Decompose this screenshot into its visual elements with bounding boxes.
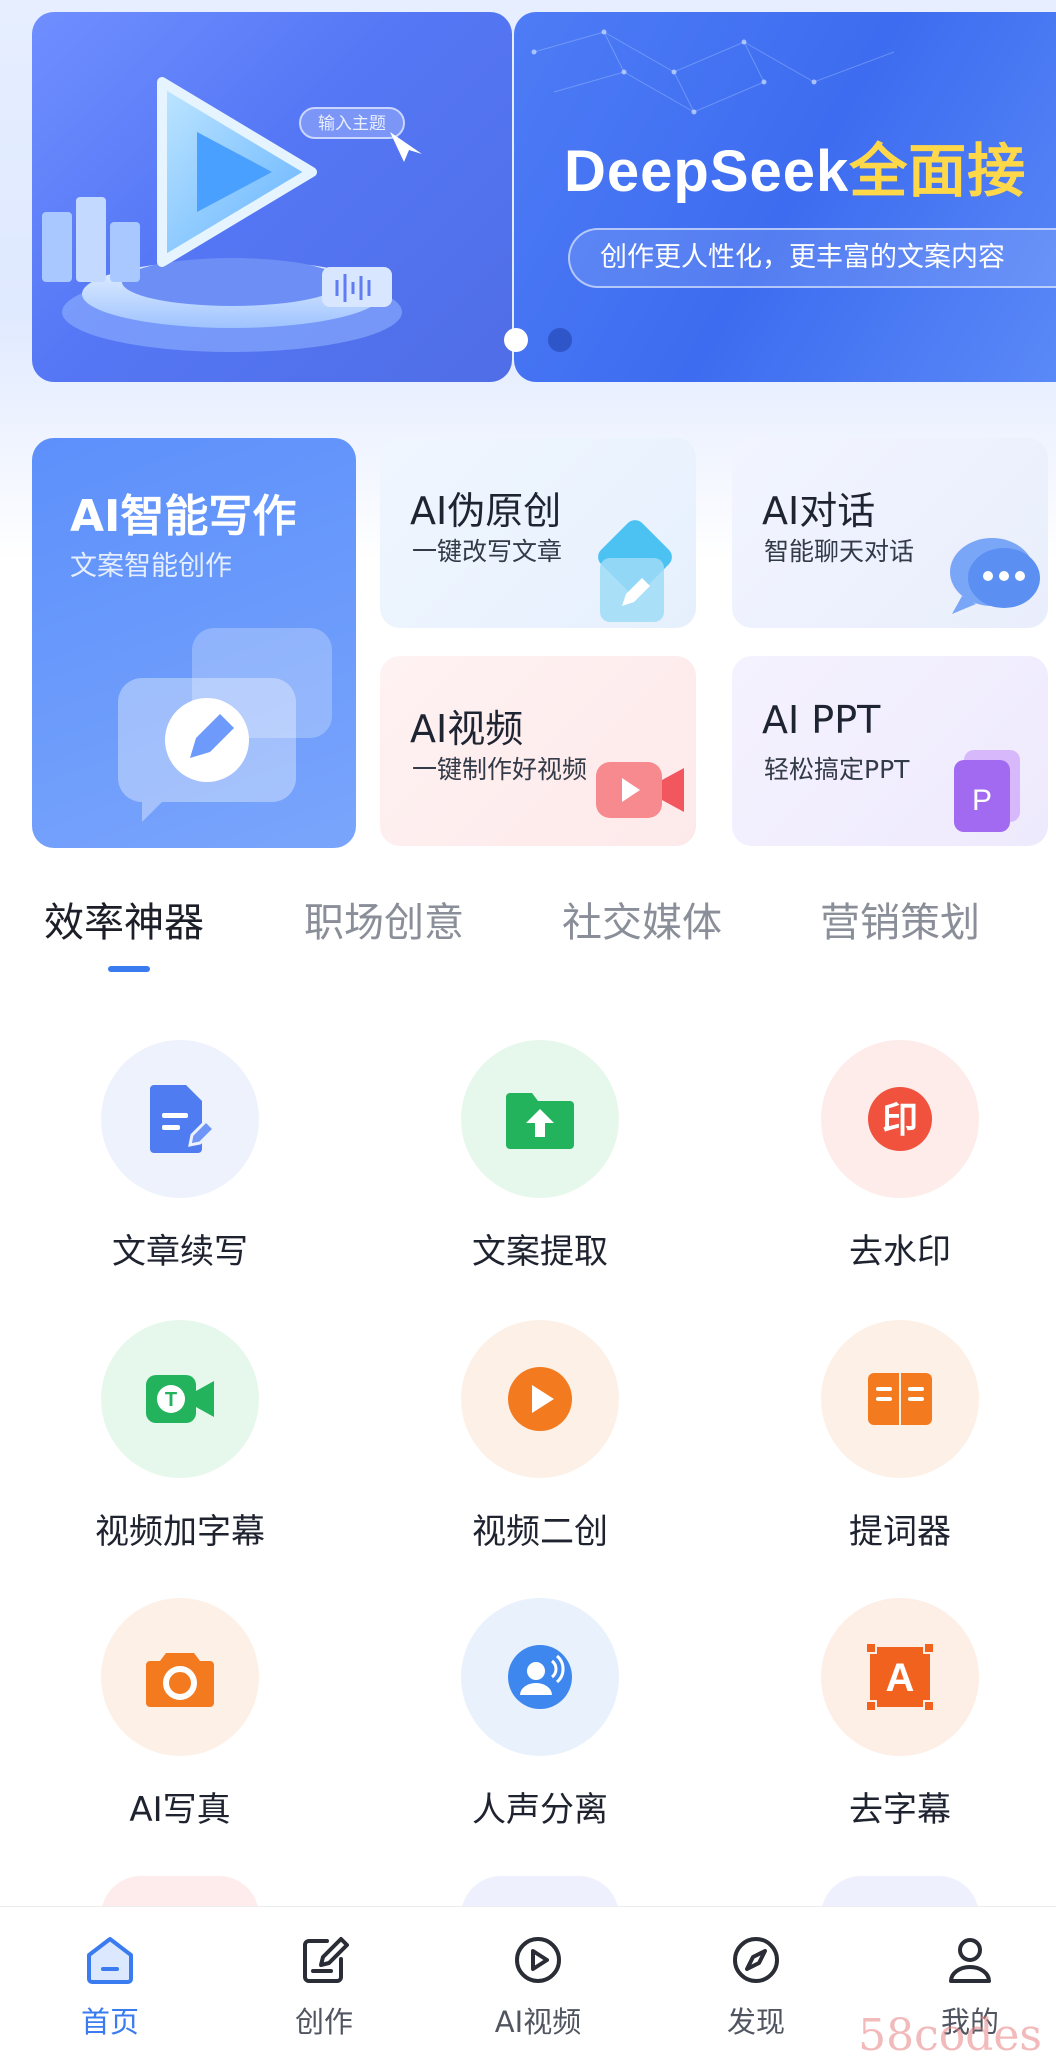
nav-label: 发现 bbox=[726, 2005, 785, 2039]
chat-pen-icon bbox=[118, 628, 332, 822]
feature-card-subtitle: 文案智能创作 bbox=[70, 551, 232, 582]
tool-icon-circle bbox=[821, 1320, 979, 1478]
tool-teleprompter[interactable]: 提词器 bbox=[770, 1320, 1030, 1580]
banner-subtitle: 创作更人性化，更丰富的文案内容 bbox=[568, 228, 1056, 288]
tool-icon-circle bbox=[461, 1320, 619, 1478]
banner-slide-deepseek[interactable]: DeepSeek全面接 创作更人性化，更丰富的文案内容 bbox=[514, 12, 1056, 382]
compass-icon bbox=[733, 1937, 779, 1983]
nav-create[interactable]: 创作 bbox=[254, 1933, 394, 2053]
feature-card-ai-ppt[interactable]: AI PPT 轻松搞定PPT P bbox=[732, 656, 1048, 846]
tool-label: 去字幕 bbox=[849, 1790, 951, 1830]
feature-card-ai-video[interactable]: AI视频 一键制作好视频 bbox=[380, 656, 696, 846]
tab-social-media[interactable]: 社交媒体 bbox=[562, 890, 722, 948]
tab-efficiency[interactable]: 效率神器 bbox=[44, 890, 204, 948]
nav-ai-video[interactable]: AI视频 bbox=[468, 1933, 608, 2053]
chat-bubble-icon bbox=[950, 538, 1040, 614]
banner-title: DeepSeek全面接 bbox=[564, 124, 1026, 208]
tool-label: 文案提取 bbox=[472, 1232, 608, 1272]
compose-icon bbox=[303, 1937, 349, 1983]
stamp-icon: 印 bbox=[868, 1087, 932, 1151]
banner-carousel[interactable]: 输入主题 DeepSeek全面接 创作更人性化，更丰富的文案内容 bbox=[0, 0, 1056, 400]
tool-copy-extract[interactable]: 文案提取 bbox=[410, 1040, 670, 1300]
feature-card-subtitle: 轻松搞定PPT bbox=[764, 755, 910, 784]
carousel-dot-active[interactable] bbox=[504, 328, 528, 352]
nav-label: AI视频 bbox=[494, 2005, 582, 2039]
banner-slide-previous[interactable]: 输入主题 bbox=[32, 12, 512, 382]
input-chip-text: 输入主题 bbox=[318, 114, 386, 134]
feature-card-title: AI智能写作 bbox=[70, 491, 297, 542]
pen-edit-icon bbox=[598, 520, 672, 622]
feature-card-title: AI伪原创 bbox=[410, 489, 562, 533]
tab-workplace[interactable]: 职场创意 bbox=[304, 890, 464, 948]
home-icon bbox=[87, 1937, 133, 1984]
tool-article-continue[interactable]: 文章续写 bbox=[50, 1040, 310, 1300]
tool-label: AI写真 bbox=[129, 1790, 231, 1830]
feature-card-title: AI PPT bbox=[762, 698, 881, 742]
feature-card-title: AI对话 bbox=[762, 489, 876, 533]
tool-label: 人声分离 bbox=[472, 1790, 608, 1830]
play-3d-illustration-icon: 输入主题 bbox=[42, 77, 422, 352]
voice-person-icon bbox=[508, 1645, 572, 1709]
user-icon bbox=[949, 1938, 991, 1983]
ppt-file-icon: P bbox=[954, 750, 1020, 832]
tool-video-remix[interactable]: 视频二创 bbox=[410, 1320, 670, 1580]
feature-card-subtitle: 一键改写文章 bbox=[412, 537, 563, 566]
nav-label: 首页 bbox=[80, 2005, 139, 2039]
tab-marketing[interactable]: 营销策划 bbox=[820, 890, 980, 948]
tool-icon-circle bbox=[461, 1040, 619, 1198]
tool-label: 去水印 bbox=[849, 1232, 951, 1272]
svg-text:A: A bbox=[886, 1656, 915, 1700]
tool-icon-circle bbox=[101, 1040, 259, 1198]
tool-label: 视频二创 bbox=[472, 1512, 608, 1552]
tool-icon-circle: 印 bbox=[821, 1040, 979, 1198]
feature-card-ai-writing[interactable]: AI智能写作 文案智能创作 bbox=[32, 438, 356, 848]
tool-remove-subtitles[interactable]: A 去字幕 bbox=[770, 1598, 1030, 1858]
tool-icon-circle: T bbox=[101, 1320, 259, 1478]
nav-label: 创作 bbox=[294, 2005, 353, 2039]
feature-card-title: AI视频 bbox=[410, 707, 524, 751]
banner-title-main: DeepSeek bbox=[564, 139, 850, 204]
play-circle-icon bbox=[515, 1937, 561, 1983]
carousel-indicator bbox=[504, 328, 572, 352]
tool-voice-separation[interactable]: 人声分离 bbox=[410, 1598, 670, 1858]
book-open-icon bbox=[868, 1373, 932, 1425]
svg-text:P: P bbox=[972, 784, 992, 817]
play-circle-icon bbox=[508, 1367, 572, 1431]
tool-label: 提词器 bbox=[849, 1512, 951, 1552]
tool-remove-watermark[interactable]: 印 去水印 bbox=[770, 1040, 1030, 1300]
nav-home[interactable]: 首页 bbox=[40, 1933, 180, 2053]
carousel-dot[interactable] bbox=[548, 328, 572, 352]
tool-label: 文章续写 bbox=[112, 1232, 248, 1272]
tool-video-subtitles[interactable]: T 视频加字幕 bbox=[50, 1320, 310, 1580]
folder-upload-icon bbox=[506, 1093, 574, 1149]
feature-card-subtitle: 智能聊天对话 bbox=[764, 537, 915, 566]
camera-icon bbox=[146, 1653, 214, 1707]
svg-text:印: 印 bbox=[882, 1100, 918, 1141]
tool-label: 视频加字幕 bbox=[95, 1512, 265, 1552]
tool-icon-circle bbox=[461, 1598, 619, 1756]
video-text-icon: T bbox=[146, 1375, 214, 1423]
category-tabs: 效率神器 职场创意 社交媒体 营销策划 bbox=[0, 890, 1056, 980]
text-remove-icon: A bbox=[865, 1642, 935, 1712]
svg-text:T: T bbox=[165, 1389, 177, 1411]
tool-ai-portrait[interactable]: AI写真 bbox=[50, 1598, 310, 1858]
banner-title-accent: 全面接 bbox=[849, 139, 1027, 204]
feature-card-subtitle: 一键制作好视频 bbox=[412, 755, 588, 784]
video-camera-icon bbox=[596, 762, 684, 818]
nav-discover[interactable]: 发现 bbox=[686, 1933, 826, 2053]
feature-card-ai-chat[interactable]: AI对话 智能聊天对话 bbox=[732, 438, 1048, 628]
feature-card-ai-rewrite[interactable]: AI伪原创 一键改写文章 bbox=[380, 438, 696, 628]
watermark: 58codes bbox=[858, 2010, 1042, 2061]
tool-icon-circle: A bbox=[821, 1598, 979, 1756]
document-edit-icon bbox=[150, 1085, 217, 1153]
tool-icon-circle bbox=[101, 1598, 259, 1756]
active-tab-indicator bbox=[108, 966, 150, 972]
